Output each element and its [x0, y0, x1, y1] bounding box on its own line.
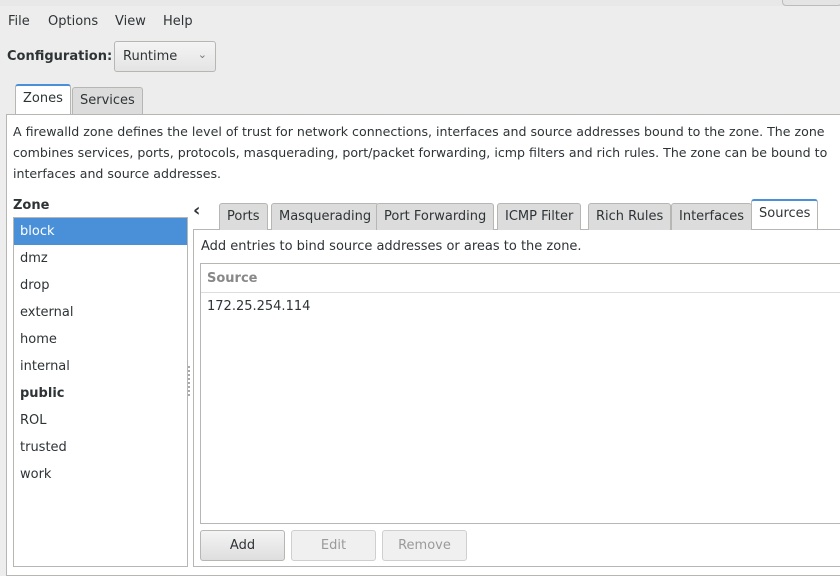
tab-masquerading[interactable]: Masquerading	[271, 203, 380, 230]
zone-item-rol[interactable]: ROL	[14, 407, 187, 434]
zone-item-block[interactable]: block	[14, 218, 187, 245]
menu-help[interactable]: Help	[163, 14, 193, 29]
pane-resize-handle[interactable]	[188, 366, 191, 396]
tab-services[interactable]: Services	[72, 87, 143, 114]
zone-item-public[interactable]: public	[14, 380, 187, 407]
zone-item-home[interactable]: home	[14, 326, 187, 353]
menu-file[interactable]: File	[8, 14, 30, 29]
zone-item-trusted[interactable]: trusted	[14, 434, 187, 461]
configuration-select[interactable]: Runtime ⌄	[114, 41, 216, 72]
menu-options[interactable]: Options	[48, 14, 98, 29]
zone-list[interactable]: block dmz drop external home internal pu…	[13, 217, 188, 567]
column-header-source[interactable]: Source	[201, 264, 840, 293]
chevron-left-icon[interactable]: ‹	[193, 200, 200, 221]
zone-item-external[interactable]: external	[14, 299, 187, 326]
zone-item-internal[interactable]: internal	[14, 353, 187, 380]
remove-button[interactable]: Remove	[382, 530, 467, 561]
tab-interfaces[interactable]: Interfaces	[671, 203, 752, 230]
configuration-value: Runtime	[123, 49, 178, 64]
tab-zones[interactable]: Zones	[15, 84, 71, 114]
table-row[interactable]: 172.25.254.114	[201, 293, 840, 314]
tab-rich-rules[interactable]: Rich Rules	[588, 203, 672, 230]
configuration-label: Configuration:	[7, 49, 113, 64]
zone-heading: Zone	[13, 198, 50, 213]
edit-button[interactable]: Edit	[291, 530, 376, 561]
title-bar	[0, 0, 840, 6]
zone-item-work[interactable]: work	[14, 461, 187, 488]
zone-item-drop[interactable]: drop	[14, 272, 187, 299]
menu-view[interactable]: View	[115, 14, 146, 29]
tab-icmp-filter[interactable]: ICMP Filter	[497, 203, 582, 230]
add-button[interactable]: Add	[200, 530, 285, 561]
chevron-down-icon: ⌄	[197, 48, 207, 61]
tab-port-forwarding[interactable]: Port Forwarding	[376, 203, 495, 230]
tab-sources[interactable]: Sources	[751, 199, 819, 229]
window-control-button[interactable]	[782, 0, 840, 6]
zone-description: A firewalld zone defines the level of tr…	[13, 124, 828, 181]
sources-hint: Add entries to bind source addresses or …	[201, 239, 582, 254]
sources-table[interactable]: Source 172.25.254.114	[200, 263, 840, 524]
tab-ports[interactable]: Ports	[219, 203, 268, 230]
zone-item-dmz[interactable]: dmz	[14, 245, 187, 272]
